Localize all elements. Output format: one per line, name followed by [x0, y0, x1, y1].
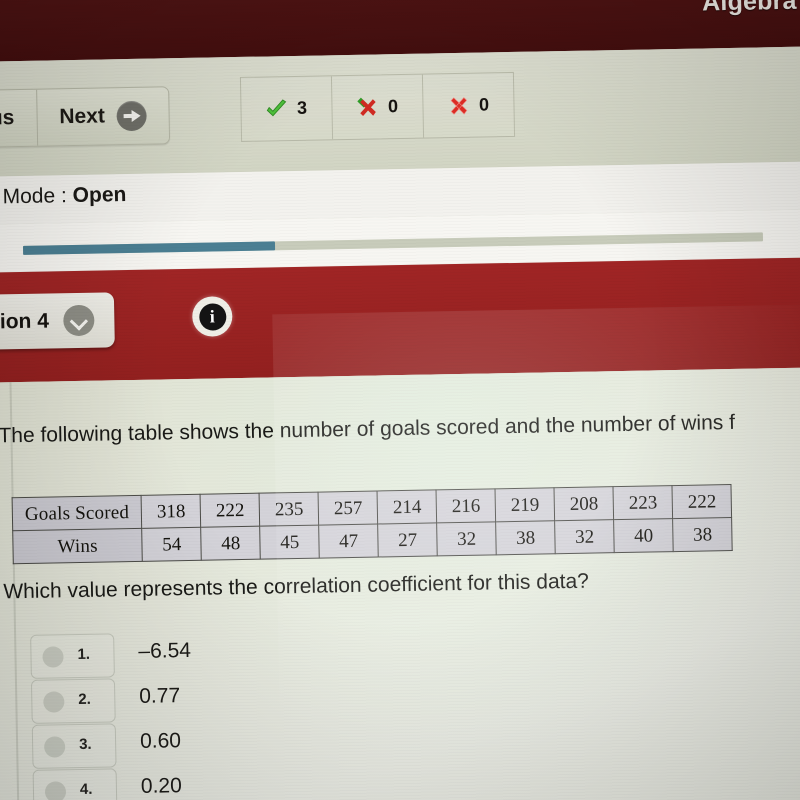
answer-option-number: 1. — [77, 645, 91, 664]
table-cell: 32 — [554, 519, 615, 554]
table-cell: 214 — [377, 489, 437, 524]
score-partial[interactable]: 0 — [330, 74, 424, 140]
table-cell: 45 — [259, 525, 320, 560]
answer-option[interactable]: 2. 0.77 — [30, 671, 452, 724]
table-row-header: Wins — [12, 528, 143, 564]
score-summary: 3 0 0 — [239, 71, 516, 142]
table-cell: 47 — [318, 523, 379, 559]
green-check-icon — [266, 98, 288, 120]
table-cell: 216 — [436, 488, 496, 523]
radio-button-icon[interactable] — [43, 736, 66, 758]
goals-wins-table: Goals Scored 318 222 235 257 214 216 219 208 223 2… — [12, 484, 733, 564]
question-sub-prompt: Which value represents the correlation c… — [3, 569, 590, 604]
answer-option-number: 3. — [78, 735, 92, 754]
radio-button-icon[interactable] — [42, 646, 64, 668]
question-band: Question 4 i — [0, 257, 800, 383]
answer-option-box[interactable] — [31, 723, 117, 769]
score-correct-value: 3 — [296, 97, 308, 118]
screen-surface: Algebra revious Next 3 0 0 Mode: Open Q… — [0, 0, 800, 800]
score-incorrect-value: 0 — [478, 94, 490, 115]
photographed-screen: Algebra revious Next 3 0 0 Mode: Open Q… — [0, 0, 800, 800]
arrow-right-circle-icon — [116, 100, 148, 132]
answer-option-box[interactable] — [30, 678, 116, 724]
answer-option-number: 2. — [78, 690, 91, 709]
info-button[interactable]: i — [191, 296, 233, 337]
next-button-label: Next — [59, 104, 106, 129]
answer-option-number: 4. — [79, 780, 93, 799]
answer-option[interactable]: 4. 0.20 — [32, 761, 454, 800]
table-cell: 38 — [495, 520, 556, 555]
score-incorrect[interactable]: 0 — [421, 72, 515, 138]
question-prompt: The following table shows the number of … — [0, 410, 736, 448]
table-cell: 48 — [200, 526, 261, 561]
table-cell: 219 — [495, 487, 555, 522]
answer-option-box[interactable] — [32, 768, 118, 800]
assignment-mode-value: Open — [72, 183, 127, 208]
progress-bar-track — [22, 232, 764, 255]
table-cell: 38 — [672, 517, 733, 552]
radio-button-icon[interactable] — [44, 781, 67, 800]
table-cell: 235 — [259, 492, 319, 527]
table-row-header: Goals Scored — [12, 495, 142, 531]
progress-bar-fill — [22, 241, 275, 255]
question-selector[interactable]: Question 4 — [0, 292, 115, 351]
answer-option-value: –6.54 — [138, 638, 192, 663]
table-cell: 222 — [672, 484, 732, 519]
table-cell: 54 — [141, 527, 202, 562]
answer-option-value: 0.20 — [140, 774, 182, 798]
table-cell: 32 — [436, 521, 497, 556]
radio-button-icon[interactable] — [43, 691, 65, 713]
answer-option[interactable]: 1. –6.54 — [30, 626, 451, 679]
app-title: Algebra — [701, 0, 797, 17]
question-content: The following table shows the number of … — [0, 367, 800, 800]
answer-option-value: 0.60 — [139, 729, 182, 753]
data-table-wrapper: Goals Scored 318 222 235 257 214 216 219 208 223 2… — [12, 484, 733, 564]
previous-button-label: revious — [0, 106, 15, 131]
table-cell: 27 — [377, 522, 438, 557]
assignment-mode-text: ignment Mode : Open — [0, 183, 127, 211]
score-partial-value: 0 — [387, 96, 399, 117]
table-cell: 222 — [200, 493, 260, 528]
red-x-icon — [448, 94, 470, 116]
green-red-x-icon — [357, 96, 379, 118]
answer-option-box[interactable] — [30, 633, 115, 679]
table-cell: 208 — [554, 486, 614, 521]
score-correct[interactable]: 3 — [241, 76, 332, 141]
assignment-mode-label: ignment Mode : — [0, 184, 68, 210]
info-icon: i — [198, 302, 227, 331]
table-cell: 318 — [141, 494, 201, 529]
table-cell: 257 — [318, 491, 378, 526]
navigation-buttons: revious Next — [0, 86, 171, 149]
answer-options: 1. –6.54 2. 0.77 3. 0.60 4. 0.20 — [30, 626, 453, 800]
next-button[interactable]: Next — [35, 87, 170, 146]
previous-button[interactable]: revious — [0, 90, 37, 148]
table-cell: 40 — [613, 518, 674, 553]
toolbar: revious Next 3 0 0 — [0, 46, 800, 177]
answer-option-value: 0.77 — [139, 684, 181, 708]
answer-option[interactable]: 3. 0.60 — [31, 716, 453, 769]
table-cell: 223 — [613, 485, 673, 520]
chevron-down-icon[interactable] — [62, 304, 95, 337]
question-selector-label: Question 4 — [0, 308, 50, 334]
